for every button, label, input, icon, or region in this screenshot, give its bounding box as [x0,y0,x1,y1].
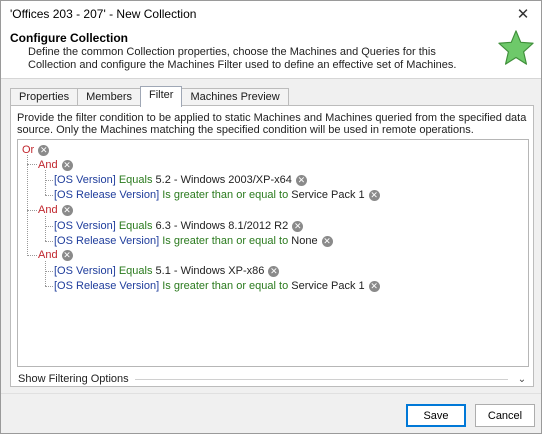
root-operator[interactable]: Or [22,143,34,157]
group-operator[interactable]: And [38,248,58,262]
cancel-button[interactable]: Cancel [475,404,535,427]
filtering-options-label[interactable]: Show Filtering Options [18,373,129,385]
remove-icon[interactable]: ✕ [38,144,50,156]
filter-root-node[interactable]: Or ✕ [22,143,50,157]
condition-value[interactable]: Service Pack 1 [291,188,364,202]
condition-field[interactable]: [OS Version] [54,264,116,278]
remove-icon[interactable]: ✕ [268,265,280,277]
condition-value[interactable]: 5.2 - Windows 2003/XP-x64 [156,173,292,187]
condition-operator[interactable]: Equals [119,219,153,233]
condition-operator[interactable]: Is greater than or equal to [162,188,288,202]
remove-icon[interactable]: ✕ [61,249,73,261]
tab-filter[interactable]: Filter [139,86,183,107]
dialog-window: 'Offices 203 - 207' - New Collection ✕ C… [0,0,542,434]
dialog-footer: Save Cancel [1,393,541,433]
filter-tab-panel: Provide the filter condition to be appli… [10,105,534,387]
condition-value[interactable]: 6.3 - Windows 8.1/2012 R2 [156,219,289,233]
tree-connector [27,155,28,256]
condition-value[interactable]: None [291,234,317,248]
tree-connector [45,216,46,241]
condition-operator[interactable]: Is greater than or equal to [162,279,288,293]
remove-icon[interactable]: ✕ [61,159,73,171]
condition-value[interactable]: Service Pack 1 [291,279,364,293]
tree-connector [27,164,37,165]
chevron-down-icon[interactable]: ⌄ [516,374,528,385]
tree-connector [45,180,53,181]
remove-icon[interactable]: ✕ [321,235,333,247]
filter-group-node[interactable]: And ✕ [38,158,73,172]
tree-connector [45,261,46,286]
remove-icon[interactable]: ✕ [368,189,380,201]
tree-connector [45,271,53,272]
remove-icon[interactable]: ✕ [295,174,307,186]
condition-value[interactable]: 5.1 - Windows XP-x86 [156,264,265,278]
group-operator[interactable]: And [38,158,58,172]
window-title: 'Offices 203 - 207' - New Collection [10,7,197,21]
title-bar: 'Offices 203 - 207' - New Collection ✕ [1,1,541,27]
filter-condition[interactable]: [OS Release Version] Is greater than or … [54,234,333,248]
condition-operator[interactable]: Equals [119,264,153,278]
condition-operator[interactable]: Equals [119,173,153,187]
condition-field[interactable]: [OS Release Version] [54,234,159,248]
tab-strip: Properties Members Filter Machines Previ… [10,86,289,107]
filter-condition[interactable]: [OS Version] Equals 5.1 - Windows XP-x86… [54,264,280,278]
tree-connector [45,226,53,227]
tree-connector [45,170,46,195]
filter-condition[interactable]: [OS Version] Equals 6.3 - Windows 8.1/20… [54,219,304,233]
filter-intro-text: Provide the filter condition to be appli… [17,112,527,136]
condition-field[interactable]: [OS Version] [54,219,116,233]
save-button[interactable]: Save [406,404,466,427]
header-title: Configure Collection [10,31,128,45]
filter-condition[interactable]: [OS Release Version] Is greater than or … [54,188,380,202]
group-operator[interactable]: And [38,203,58,217]
condition-field[interactable]: [OS Release Version] [54,279,159,293]
close-icon[interactable]: ✕ [513,4,533,24]
tree-connector [27,255,37,256]
condition-operator[interactable]: Is greater than or equal to [162,234,288,248]
remove-icon[interactable]: ✕ [368,280,380,292]
divider [134,378,508,380]
star-icon [498,30,534,65]
filter-condition[interactable]: [OS Version] Equals 5.2 - Windows 2003/X… [54,173,307,187]
tree-connector [45,195,53,196]
tree-connector [27,210,37,211]
header-description: Define the common Collection properties,… [28,46,457,71]
filter-condition[interactable]: [OS Release Version] Is greater than or … [54,279,380,293]
remove-icon[interactable]: ✕ [61,204,73,216]
filtering-options-toggle[interactable]: Show Filtering Options ⌄ [18,373,528,385]
tree-connector [45,286,53,287]
header-banner: Configure Collection Define the common C… [1,27,541,79]
filter-group-node[interactable]: And ✕ [38,248,73,262]
condition-field[interactable]: [OS Version] [54,173,116,187]
remove-icon[interactable]: ✕ [292,220,304,232]
tree-connector [45,241,53,242]
filter-group-node[interactable]: And ✕ [38,203,73,217]
condition-field[interactable]: [OS Release Version] [54,188,159,202]
filter-tree[interactable]: Or ✕ And ✕ [OS Version] Equals 5.2 - Win… [17,139,529,367]
